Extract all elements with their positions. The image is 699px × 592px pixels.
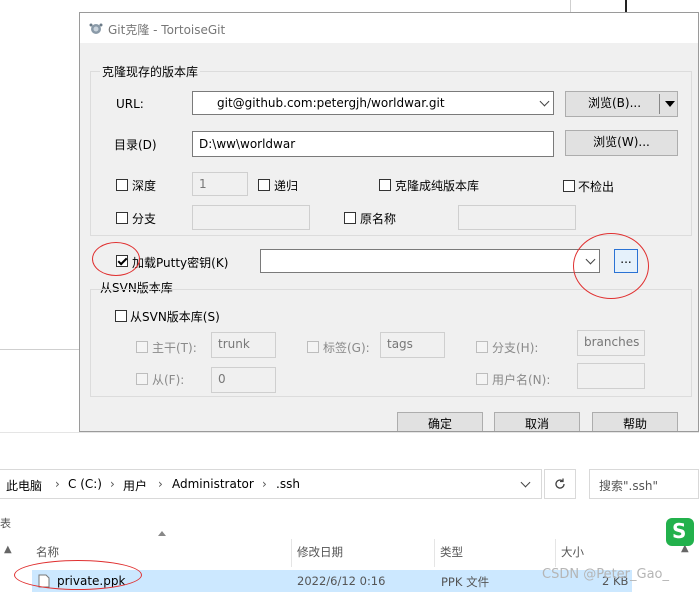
tags-value: tags — [387, 337, 413, 351]
background-divider — [570, 0, 571, 12]
depth-label: 深度 — [132, 179, 157, 193]
file-name: private.ppk — [57, 574, 126, 588]
scroll-up-icon[interactable]: ▲ — [4, 544, 12, 555]
recursive-checkbox[interactable] — [258, 179, 270, 191]
origin-input[interactable] — [458, 205, 576, 230]
input-method-icon[interactable]: S — [666, 518, 694, 546]
breadcrumb-ssh[interactable]: .ssh — [276, 477, 300, 491]
browse-w-button[interactable]: 浏览(W)... — [565, 130, 678, 156]
browse-b-label: 浏览(B)... — [588, 96, 642, 110]
trunk-value: trunk — [218, 337, 250, 351]
refresh-button[interactable] — [544, 469, 576, 499]
bare-checkbox[interactable] — [379, 179, 391, 191]
file-icon — [38, 574, 50, 588]
depth-checkbox[interactable] — [116, 179, 128, 191]
dialog-title: Git克隆 - TortoiseGit — [108, 23, 226, 37]
tags-input[interactable]: tags — [380, 332, 445, 358]
input-method-glyph: S — [672, 519, 687, 543]
from-checkbox[interactable] — [136, 373, 148, 385]
ok-button[interactable]: 确定 — [397, 412, 483, 431]
recursive-label: 递归 — [274, 179, 299, 193]
chevron-right-icon[interactable]: › — [110, 477, 115, 491]
column-date[interactable]: 修改日期 — [297, 544, 343, 560]
branch-label: 分支 — [132, 212, 157, 226]
address-bar[interactable]: 此电脑 › C (C:) › 用户 › Administrator › .ssh — [0, 469, 542, 499]
directory-label: 目录(D) — [114, 138, 157, 152]
breadcrumb-users[interactable]: 用户 — [123, 477, 147, 494]
from-value: 0 — [218, 372, 226, 386]
clone-group-label: 克隆现存的版本库 — [100, 63, 201, 80]
title-bar[interactable]: Git克隆 - TortoiseGit — [80, 13, 698, 43]
no-checkout-checkbox[interactable] — [563, 180, 575, 192]
split-arrow-icon[interactable] — [665, 101, 675, 107]
branches-label: 分支(H): — [492, 341, 539, 355]
column-type[interactable]: 类型 — [440, 544, 463, 560]
trunk-input[interactable]: trunk — [211, 332, 276, 358]
help-button[interactable]: 帮助 — [592, 412, 678, 431]
sort-up-icon — [158, 531, 166, 536]
from-label: 从(F): — [152, 373, 185, 387]
directory-value: D:\ww\worldwar — [199, 137, 296, 151]
background-divider — [0, 349, 79, 350]
origin-label: 原名称 — [360, 212, 397, 226]
svn-checkbox[interactable] — [115, 310, 127, 322]
tags-label: 标签(G): — [323, 341, 370, 355]
username-input[interactable] — [577, 363, 645, 389]
username-checkbox[interactable] — [476, 373, 488, 385]
chevron-down-icon[interactable] — [520, 477, 531, 488]
branches-input[interactable]: branches — [577, 330, 645, 356]
breadcrumb-drive[interactable]: C (C:) — [68, 477, 102, 491]
putty-key-label: 加载Putty密钥(K) — [132, 256, 229, 270]
tags-checkbox[interactable] — [307, 341, 319, 353]
column-divider[interactable] — [291, 539, 292, 567]
no-checkout-label: 不检出 — [578, 180, 615, 194]
breadcrumb-this-pc[interactable]: 此电脑 — [6, 477, 42, 494]
column-divider[interactable] — [434, 539, 435, 567]
chevron-right-icon[interactable]: › — [55, 477, 60, 491]
bare-label: 克隆成纯版本库 — [395, 179, 480, 193]
browse-b-button[interactable]: 浏览(B)... — [565, 91, 678, 117]
column-divider[interactable] — [555, 539, 556, 567]
watermark: CSDN @Peter_Gao_ — [542, 567, 670, 582]
trunk-label: 主干(T): — [152, 341, 197, 355]
putty-key-combobox[interactable] — [260, 249, 600, 273]
url-value: git@github.com:petergjh/worldwar.git — [217, 96, 445, 110]
column-size[interactable]: 大小 — [561, 544, 584, 560]
search-box[interactable]: 搜索".ssh" — [589, 469, 699, 499]
breadcrumb-administrator[interactable]: Administrator — [172, 477, 254, 491]
trunk-checkbox[interactable] — [136, 341, 148, 353]
file-type: PPK 文件 — [441, 575, 490, 589]
nav-pane-fragment: 表 — [0, 517, 11, 530]
background-window-edge — [625, 0, 627, 12]
chevron-right-icon[interactable]: › — [262, 477, 267, 491]
from-input[interactable]: 0 — [211, 367, 276, 393]
branches-value: branches — [584, 335, 640, 349]
refresh-icon — [555, 478, 565, 489]
directory-input[interactable]: D:\ww\worldwar — [192, 131, 554, 157]
chevron-down-icon[interactable] — [585, 254, 596, 265]
putty-key-browse-button[interactable]: ... — [614, 249, 638, 273]
branch-input[interactable] — [192, 205, 310, 230]
chevron-down-icon[interactable] — [539, 96, 550, 107]
cancel-button[interactable]: 取消 — [494, 412, 580, 431]
putty-key-checkbox[interactable] — [116, 255, 128, 267]
git-clone-dialog: Git克隆 - TortoiseGit 克隆现存的版本库 URL: git@gi… — [79, 12, 699, 432]
url-combobox[interactable]: git@github.com:petergjh/worldwar.git — [192, 91, 554, 115]
tortoisegit-icon — [89, 23, 103, 34]
split-divider — [659, 94, 660, 114]
branch-checkbox[interactable] — [116, 212, 128, 224]
file-date: 2022/6/12 0:16 — [297, 574, 386, 588]
search-placeholder: 搜索".ssh" — [599, 479, 658, 493]
url-label: URL: — [116, 97, 144, 111]
depth-input[interactable]: 1 — [192, 172, 248, 196]
username-label: 用户名(N): — [492, 373, 551, 387]
chevron-right-icon[interactable]: › — [158, 477, 163, 491]
branches-checkbox[interactable] — [476, 341, 488, 353]
origin-checkbox[interactable] — [344, 212, 356, 224]
column-name[interactable]: 名称 — [36, 544, 59, 560]
depth-value: 1 — [199, 177, 207, 191]
svn-label: 从SVN版本库(S) — [130, 310, 220, 324]
